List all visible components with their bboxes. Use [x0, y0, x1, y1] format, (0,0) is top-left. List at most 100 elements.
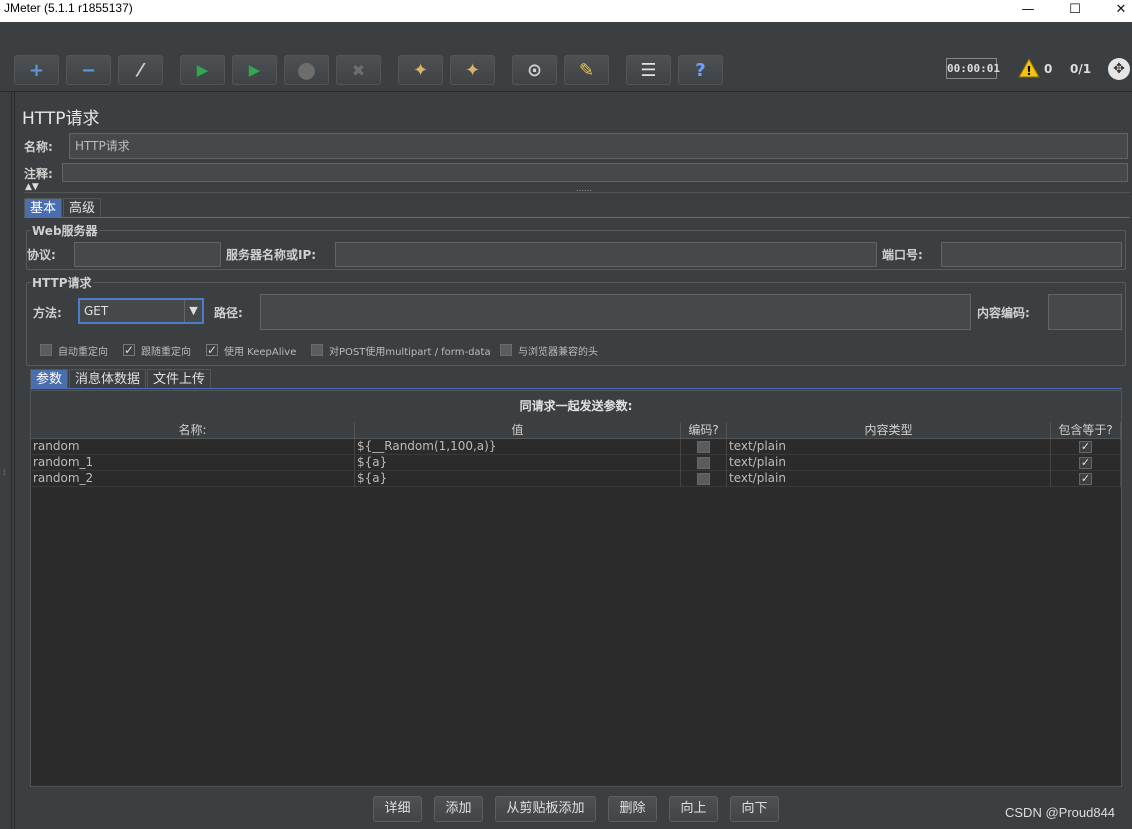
cell-value[interactable]: ${a}: [355, 471, 681, 487]
option-auto-redirect[interactable]: 自动重定向: [40, 343, 108, 358]
method-select[interactable]: GET ▼: [78, 298, 204, 324]
option-label: 跟随重定向: [141, 346, 191, 358]
cell-content-type[interactable]: text/plain: [727, 455, 1051, 471]
stop-icon: ●: [296, 57, 317, 83]
encoding-field[interactable]: [1048, 294, 1122, 330]
remove-button[interactable]: −: [66, 55, 111, 85]
name-field[interactable]: HTTP请求: [69, 133, 1128, 159]
add-row-button[interactable]: 添加: [434, 796, 483, 822]
help-button[interactable]: ?: [678, 55, 723, 85]
checkbox-encode[interactable]: [697, 441, 710, 453]
cell-name[interactable]: random_2: [31, 471, 355, 487]
start-no-pauses-button[interactable]: ▶: [232, 55, 277, 85]
cell-name[interactable]: random: [31, 439, 355, 455]
clear-button[interactable]: ✦: [398, 55, 443, 85]
cell-include-equals: ✓: [1051, 471, 1121, 487]
plus-icon: +: [28, 59, 45, 81]
option-follow-redirect[interactable]: ✓ 跟随重定向: [123, 343, 191, 358]
maximize-button[interactable]: ☐: [1052, 0, 1098, 22]
option-label: 对POST使用multipart / form-data: [329, 346, 491, 358]
tree-pane-collapsed[interactable]: [0, 92, 12, 829]
collapse-arrows-icon[interactable]: ▲▼: [25, 183, 39, 192]
parameters-table[interactable]: 同请求一起发送参数: 名称: 值 编码? 内容类型 包含等于? random $…: [30, 390, 1122, 787]
minus-icon: −: [80, 59, 97, 81]
reset-search-button[interactable]: ✎: [564, 55, 609, 85]
remote-icon[interactable]: ✥: [1108, 58, 1130, 80]
move-down-button[interactable]: 向下: [730, 796, 779, 822]
option-multipart[interactable]: 对POST使用multipart / form-data: [311, 343, 491, 358]
broom-all-icon: ✦: [464, 59, 481, 81]
checkbox-encode[interactable]: [697, 457, 710, 469]
port-field[interactable]: [941, 242, 1122, 267]
table-caption: 同请求一起发送参数:: [31, 391, 1121, 422]
cell-value[interactable]: ${__Random(1,100,a)}: [355, 439, 681, 455]
shutdown-button[interactable]: ✖: [336, 55, 381, 85]
start-button[interactable]: ▶: [180, 55, 225, 85]
tab-file-upload[interactable]: 文件上传: [147, 369, 212, 388]
table-row[interactable]: random_1 ${a} text/plain ✓: [31, 455, 1121, 471]
add-button[interactable]: +: [14, 55, 59, 85]
delete-row-button[interactable]: 删除: [608, 796, 657, 822]
clear-all-button[interactable]: ✦: [450, 55, 495, 85]
stop-button[interactable]: ●: [284, 55, 329, 85]
checkbox-browser-headers[interactable]: [500, 344, 512, 356]
cell-encode: [681, 471, 727, 487]
checkbox-keepalive[interactable]: ✓: [206, 344, 218, 356]
eraser-icon: ✎: [578, 59, 595, 81]
protocol-label: 协议:: [27, 248, 56, 262]
cell-name[interactable]: random_1: [31, 455, 355, 471]
tab-parameters[interactable]: 参数: [30, 369, 69, 388]
checkbox-include-equals[interactable]: ✓: [1079, 441, 1092, 453]
tab-advanced[interactable]: 高级: [63, 198, 102, 217]
column-header-value[interactable]: 值: [355, 422, 681, 439]
path-field[interactable]: [260, 294, 971, 330]
checkbox-include-equals[interactable]: ✓: [1079, 457, 1092, 469]
comment-label: 注释:: [24, 167, 53, 181]
function-helper-button[interactable]: ☰: [626, 55, 671, 85]
tab-body-data[interactable]: 消息体数据: [69, 369, 147, 388]
detail-button[interactable]: 详细: [373, 796, 422, 822]
protocol-field[interactable]: [74, 242, 221, 267]
move-up-button[interactable]: 向上: [669, 796, 718, 822]
tab-basic[interactable]: 基本: [24, 198, 63, 217]
cell-content-type[interactable]: text/plain: [727, 439, 1051, 455]
close-window-button[interactable]: ✕: [1098, 0, 1132, 22]
toolbar: + − ⁄ ▶ ▶ ● ✖ ✦ ✦ ⊙ ✎ ☰ ? 00:00:01 ! 0 0…: [0, 48, 1132, 92]
add-from-clipboard-button[interactable]: 从剪贴板添加: [495, 796, 596, 822]
main-tabs: 基本 高级: [24, 198, 102, 217]
checkbox-auto-redirect[interactable]: [40, 344, 52, 356]
column-header-name[interactable]: 名称:: [31, 422, 355, 439]
cell-content-type[interactable]: text/plain: [727, 471, 1051, 487]
column-header-content-type[interactable]: 内容类型: [727, 422, 1051, 439]
checkbox-encode[interactable]: [697, 473, 710, 485]
splitter-dots-icon[interactable]: ⋯⋯: [576, 186, 592, 195]
notebook-icon: ☰: [640, 59, 657, 81]
chevron-down-icon[interactable]: ▼: [184, 300, 202, 322]
table-row[interactable]: random_2 ${a} text/plain ✓: [31, 471, 1121, 487]
minimize-button[interactable]: —: [1005, 0, 1051, 22]
server-field[interactable]: [335, 242, 877, 267]
play-no-pause-icon: ▶: [248, 61, 261, 79]
toggle-button[interactable]: ⁄: [118, 55, 163, 85]
search-button[interactable]: ⊙: [512, 55, 557, 85]
option-keepalive[interactable]: ✓ 使用 KeepAlive: [206, 343, 296, 358]
column-header-encode[interactable]: 编码?: [681, 422, 727, 439]
cell-encode: [681, 439, 727, 455]
thread-count: 0/1: [1070, 62, 1092, 76]
method-value: GET: [84, 304, 109, 318]
http-request-legend: HTTP请求: [31, 274, 93, 291]
broom-icon: ✦: [412, 59, 429, 81]
sub-tabs: 参数 消息体数据 文件上传: [30, 369, 212, 388]
cell-value[interactable]: ${a}: [355, 455, 681, 471]
comment-field[interactable]: [62, 163, 1128, 182]
column-header-include-equals[interactable]: 包含等于?: [1051, 422, 1121, 439]
warning-icon[interactable]: !: [1018, 57, 1040, 80]
option-browser-headers[interactable]: 与浏览器兼容的头: [500, 343, 598, 358]
checkbox-include-equals[interactable]: ✓: [1079, 473, 1092, 485]
checkbox-multipart[interactable]: [311, 344, 323, 356]
splitter-grip-icon[interactable]: ⁞: [3, 468, 9, 482]
checkbox-follow-redirect[interactable]: ✓: [123, 344, 135, 356]
menu-bar-area: [0, 22, 1132, 48]
table-row[interactable]: random ${__Random(1,100,a)} text/plain ✓: [31, 439, 1121, 455]
option-label: 与浏览器兼容的头: [518, 346, 598, 358]
